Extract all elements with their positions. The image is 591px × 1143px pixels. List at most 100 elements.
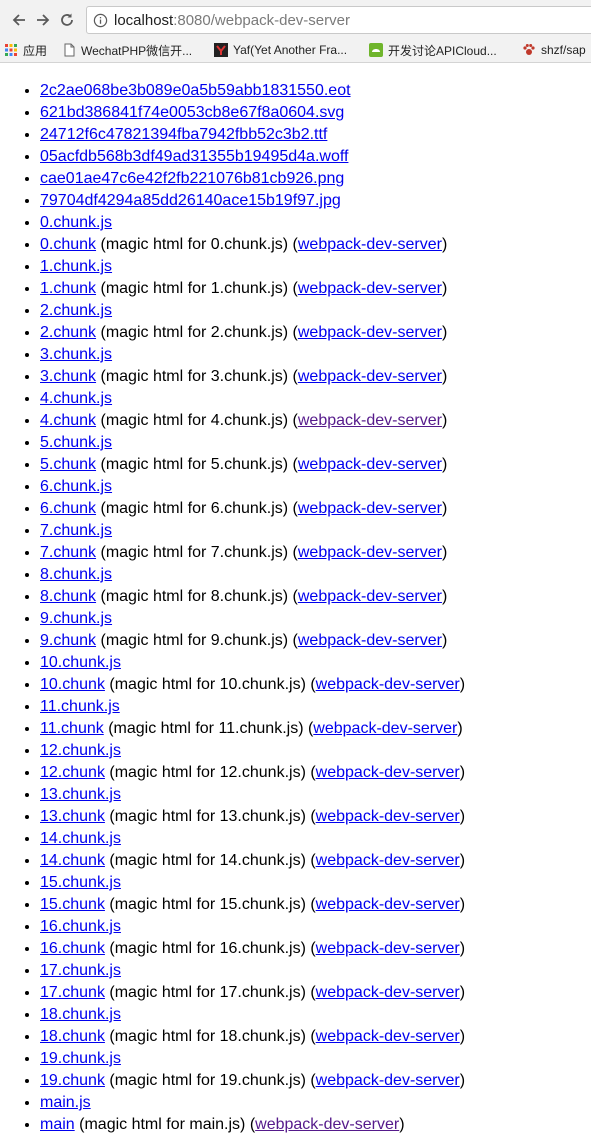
back-button[interactable] bbox=[8, 9, 30, 31]
address-bar[interactable]: localhost:8080/webpack-dev-server bbox=[86, 6, 591, 34]
list-item: 12.chunk.js bbox=[40, 740, 591, 762]
file-link[interactable]: 2.chunk.js bbox=[40, 302, 112, 319]
webpack-dev-server-link[interactable]: webpack-dev-server bbox=[316, 764, 460, 781]
webpack-dev-server-link[interactable]: webpack-dev-server bbox=[316, 896, 460, 913]
webpack-dev-server-link[interactable]: webpack-dev-server bbox=[316, 852, 460, 869]
file-link[interactable]: 2c2ae068be3b089e0a5b59abb1831550.eot bbox=[40, 82, 351, 99]
closing-paren: ) bbox=[441, 412, 448, 429]
magic-html-note: (magic html for 8.chunk.js) ( bbox=[96, 588, 298, 605]
file-link[interactable]: 14.chunk.js bbox=[40, 830, 121, 847]
file-link[interactable]: 8.chunk.js bbox=[40, 566, 112, 583]
closing-paren: ) bbox=[459, 808, 466, 825]
file-link[interactable]: 7.chunk bbox=[40, 544, 96, 561]
file-link[interactable]: 10.chunk.js bbox=[40, 654, 121, 671]
webpack-dev-server-link[interactable]: webpack-dev-server bbox=[316, 808, 460, 825]
file-link[interactable]: 05acfdb568b3df49ad31355b19495d4a.woff bbox=[40, 148, 348, 165]
closing-paren: ) bbox=[459, 1028, 466, 1045]
file-link[interactable]: 11.chunk.js bbox=[40, 698, 120, 715]
file-link[interactable]: 79704df4294a85dd26140ace15b19f97.jpg bbox=[40, 192, 341, 209]
apps-grid-icon bbox=[4, 43, 18, 57]
file-link[interactable]: 12.chunk bbox=[40, 764, 105, 781]
file-link[interactable]: 13.chunk.js bbox=[40, 786, 121, 803]
bookmark-wechatphp[interactable]: WechatPHP微信开... bbox=[62, 41, 192, 59]
file-link[interactable]: 18.chunk bbox=[40, 1028, 105, 1045]
webpack-dev-server-link[interactable]: webpack-dev-server bbox=[298, 368, 442, 385]
list-item: 17.chunk (magic html for 17.chunk.js) (w… bbox=[40, 982, 591, 1004]
file-link[interactable]: 15.chunk bbox=[40, 896, 105, 913]
file-link[interactable]: 3.chunk.js bbox=[40, 346, 112, 363]
bookmark-apicloud[interactable]: 开发讨论APICloud... bbox=[369, 41, 497, 59]
list-item: 18.chunk (magic html for 18.chunk.js) (w… bbox=[40, 1026, 591, 1048]
file-link[interactable]: 14.chunk bbox=[40, 852, 105, 869]
webpack-dev-server-link[interactable]: webpack-dev-server bbox=[298, 412, 442, 429]
file-link[interactable]: 18.chunk.js bbox=[40, 1006, 121, 1023]
list-item: 2c2ae068be3b089e0a5b59abb1831550.eot bbox=[40, 80, 591, 102]
webpack-dev-server-link[interactable]: webpack-dev-server bbox=[316, 1028, 460, 1045]
file-link[interactable]: 5.chunk.js bbox=[40, 434, 112, 451]
file-link[interactable]: 10.chunk bbox=[40, 676, 105, 693]
file-link[interactable]: 0.chunk bbox=[40, 236, 96, 253]
yaf-logo-icon bbox=[214, 43, 228, 57]
webpack-dev-server-link[interactable]: webpack-dev-server bbox=[316, 676, 460, 693]
file-link[interactable]: 4.chunk.js bbox=[40, 390, 112, 407]
bookmark-yaf[interactable]: Yaf(Yet Another Fra... bbox=[214, 41, 347, 59]
file-link[interactable]: 1.chunk bbox=[40, 280, 96, 297]
file-link[interactable]: 7.chunk.js bbox=[40, 522, 112, 539]
webpack-dev-server-link[interactable]: webpack-dev-server bbox=[298, 632, 442, 649]
file-link[interactable]: 9.chunk bbox=[40, 632, 96, 649]
file-link[interactable]: 24712f6c47821394fba7942fbb52c3b2.ttf bbox=[40, 126, 327, 143]
info-icon[interactable] bbox=[93, 13, 108, 28]
webpack-dev-server-link[interactable]: webpack-dev-server bbox=[298, 544, 442, 561]
forward-button[interactable] bbox=[32, 9, 54, 31]
webpack-dev-server-link[interactable]: webpack-dev-server bbox=[298, 236, 442, 253]
file-link[interactable]: 11.chunk bbox=[40, 720, 104, 737]
webpack-dev-server-link[interactable]: webpack-dev-server bbox=[298, 280, 442, 297]
file-link[interactable]: 17.chunk bbox=[40, 984, 105, 1001]
file-link[interactable]: 16.chunk bbox=[40, 940, 105, 957]
magic-html-note: (magic html for 4.chunk.js) ( bbox=[96, 412, 298, 429]
bookmark-shzf[interactable]: shzf/sap bbox=[522, 41, 586, 59]
webpack-dev-server-link[interactable]: webpack-dev-server bbox=[316, 1072, 460, 1089]
webpack-dev-server-link[interactable]: webpack-dev-server bbox=[298, 588, 442, 605]
file-link[interactable]: main.js bbox=[40, 1094, 91, 1111]
bookmark-apps[interactable]: 应用 bbox=[4, 41, 47, 59]
list-item: 14.chunk.js bbox=[40, 828, 591, 850]
file-link[interactable]: 12.chunk.js bbox=[40, 742, 121, 759]
file-link[interactable]: 0.chunk.js bbox=[40, 214, 112, 231]
file-link[interactable]: cae01ae47c6e42f2fb221076b81cb926.png bbox=[40, 170, 344, 187]
file-link[interactable]: 1.chunk.js bbox=[40, 258, 112, 275]
file-link[interactable]: 9.chunk.js bbox=[40, 610, 112, 627]
reload-button[interactable] bbox=[56, 9, 78, 31]
webpack-dev-server-link[interactable]: webpack-dev-server bbox=[298, 324, 442, 341]
file-link[interactable]: 16.chunk.js bbox=[40, 918, 121, 935]
file-link[interactable]: 621bd386841f74e0053cb8e67f8a0604.svg bbox=[40, 104, 344, 121]
file-link[interactable]: 2.chunk bbox=[40, 324, 96, 341]
file-link[interactable]: 5.chunk bbox=[40, 456, 96, 473]
file-link[interactable]: 3.chunk bbox=[40, 368, 96, 385]
file-link[interactable]: 17.chunk.js bbox=[40, 962, 121, 979]
webpack-dev-server-link[interactable]: webpack-dev-server bbox=[298, 456, 442, 473]
url-host: localhost bbox=[114, 11, 174, 29]
magic-html-note: (magic html for 5.chunk.js) ( bbox=[96, 456, 298, 473]
webpack-dev-server-link[interactable]: webpack-dev-server bbox=[316, 984, 460, 1001]
file-link[interactable]: 8.chunk bbox=[40, 588, 96, 605]
list-item: 3.chunk.js bbox=[40, 344, 591, 366]
webpack-dev-server-link[interactable]: webpack-dev-server bbox=[255, 1116, 399, 1133]
file-link[interactable]: main bbox=[40, 1116, 75, 1133]
file-link[interactable]: 19.chunk.js bbox=[40, 1050, 121, 1067]
file-link[interactable]: 4.chunk bbox=[40, 412, 96, 429]
file-link[interactable]: 15.chunk.js bbox=[40, 874, 121, 891]
magic-html-note: (magic html for 19.chunk.js) ( bbox=[104, 1072, 316, 1089]
list-item: main (magic html for main.js) (webpack-d… bbox=[40, 1114, 591, 1136]
file-link[interactable]: 13.chunk bbox=[40, 808, 105, 825]
file-link[interactable]: 6.chunk bbox=[40, 500, 96, 517]
file-link[interactable]: 6.chunk.js bbox=[40, 478, 112, 495]
webpack-dev-server-link[interactable]: webpack-dev-server bbox=[298, 500, 442, 517]
file-link[interactable]: 19.chunk bbox=[40, 1072, 105, 1089]
webpack-dev-server-link[interactable]: webpack-dev-server bbox=[313, 720, 457, 737]
closing-paren: ) bbox=[441, 368, 448, 385]
magic-html-note: (magic html for main.js) ( bbox=[74, 1116, 256, 1133]
list-item: 19.chunk (magic html for 19.chunk.js) (w… bbox=[40, 1070, 591, 1092]
magic-html-note: (magic html for 17.chunk.js) ( bbox=[104, 984, 316, 1001]
webpack-dev-server-link[interactable]: webpack-dev-server bbox=[316, 940, 460, 957]
